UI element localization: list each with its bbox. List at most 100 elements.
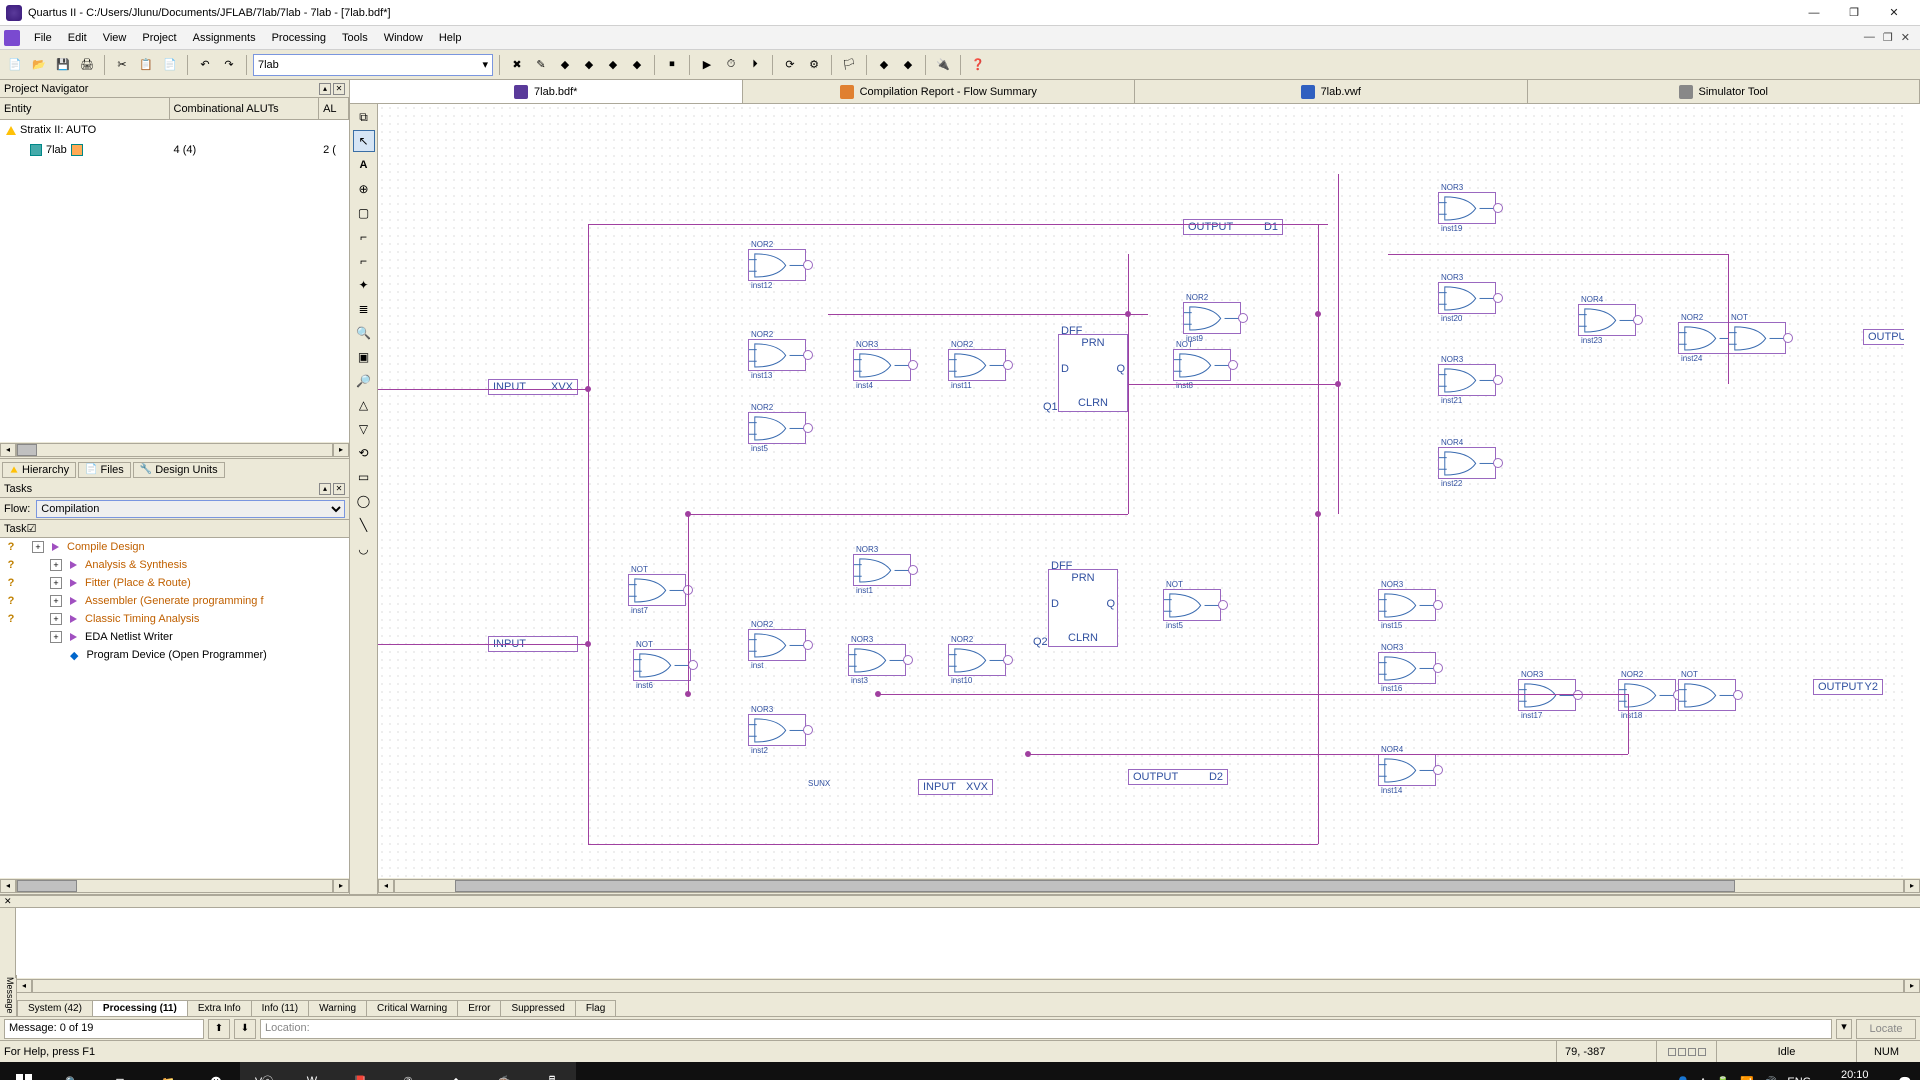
gate-nor3[interactable]: NOR3inst4 [853, 349, 911, 381]
task-row[interactable]: ?+Classic Timing Analysis [0, 610, 349, 628]
arc-icon[interactable]: ◡ [353, 538, 375, 560]
msg-tab[interactable]: Flag [575, 1000, 616, 1016]
ortholine-icon[interactable]: ⌐ [353, 226, 375, 248]
dff[interactable]: DFFPRNDQCLRNQ2 [1048, 569, 1118, 647]
location-box[interactable]: Location: [260, 1019, 1832, 1039]
gear-icon[interactable]: ⚙ [803, 54, 825, 76]
fliph-icon[interactable]: ▽ [353, 418, 375, 440]
doc-tab[interactable]: Simulator Tool [1528, 80, 1920, 103]
wire-node[interactable] [685, 691, 691, 697]
chip3-icon[interactable]: ◆ [602, 54, 624, 76]
gate-nor4[interactable]: NOR4inst23 [1578, 304, 1636, 336]
wire-node[interactable] [1335, 381, 1341, 387]
mdi-close[interactable]: ✕ [1901, 31, 1910, 44]
doc-tab[interactable]: 7lab.bdf* [350, 80, 743, 103]
gate-not[interactable]: NOTinst7 [628, 574, 686, 606]
gate-not[interactable]: NOTinst5 [1163, 589, 1221, 621]
search-icon[interactable]: 🔍 [48, 1062, 96, 1080]
gate-nor3[interactable]: NOR3inst2 [748, 714, 806, 746]
menu-file[interactable]: File [26, 30, 60, 46]
gate-nor2[interactable]: NOR2inst18 [1618, 679, 1676, 711]
gate-nor2[interactable]: NOR2inst12 [748, 249, 806, 281]
menu-processing[interactable]: Processing [264, 30, 334, 46]
canvas-hscroll[interactable]: ◂▸ [378, 878, 1920, 894]
gate-nor2[interactable]: NOR2inst13 [748, 339, 806, 371]
entity-row[interactable]: Stratix II: AUTO [0, 120, 349, 140]
explorer-icon[interactable]: 📁 [144, 1062, 192, 1080]
gate-nor2[interactable]: NOR2inst [748, 629, 806, 661]
stop-icon[interactable]: ⏹ [661, 54, 683, 76]
gate-not[interactable]: NOTinst6 [633, 649, 691, 681]
wire[interactable] [588, 844, 1318, 845]
msg-tab[interactable]: Warning [308, 1000, 367, 1016]
visio-icon[interactable]: Vⓢ [240, 1062, 288, 1080]
wire[interactable] [378, 389, 588, 390]
tasks-up[interactable]: ▴ [319, 483, 331, 495]
wire[interactable] [1628, 694, 1629, 754]
gate-nor4[interactable]: NOR4inst14 [1378, 754, 1436, 786]
wire[interactable] [1338, 174, 1339, 514]
diagline-icon[interactable]: ⌐ [353, 250, 375, 272]
gate-not[interactable]: NOT [1678, 679, 1736, 711]
logic-icon[interactable]: 🔌 [932, 54, 954, 76]
gate-nor2[interactable]: NOR2inst11 [948, 349, 1006, 381]
chip2-icon[interactable]: ◆ [578, 54, 600, 76]
find-icon[interactable]: 🔎 [353, 370, 375, 392]
start-button[interactable] [0, 1062, 48, 1080]
wire[interactable] [378, 644, 588, 645]
pin-output[interactable]: OUTPUTY1 [1863, 329, 1904, 345]
minimize-button[interactable]: — [1794, 2, 1834, 24]
tray-up-icon[interactable]: ˄ [1700, 1076, 1706, 1080]
notifications-icon[interactable]: 💬 [1898, 1076, 1912, 1080]
panel-close[interactable]: ✕ [333, 83, 345, 95]
msg-next[interactable]: ⬇ [234, 1019, 256, 1039]
rect-icon[interactable]: ▭ [353, 466, 375, 488]
gate-nor2[interactable]: NOR2inst10 [948, 644, 1006, 676]
msg-tab[interactable]: Extra Info [187, 1000, 252, 1016]
timing-icon[interactable]: ⏱ [720, 54, 742, 76]
mdi-minimize[interactable]: — [1864, 31, 1875, 44]
calc-icon[interactable]: 🖩 [528, 1062, 576, 1080]
sim-icon[interactable]: ⏵ [744, 54, 766, 76]
entity-hscroll[interactable]: ◂▸ [0, 442, 349, 458]
block-icon[interactable]: ▢ [353, 202, 375, 224]
pin-input[interactable]: INPUTXVX [918, 779, 993, 795]
play-icon[interactable]: ▶ [696, 54, 718, 76]
wire[interactable] [1028, 754, 1628, 755]
tab-files[interactable]: 📄Files [78, 462, 131, 478]
bus-icon[interactable]: ≣ [353, 298, 375, 320]
redo-icon[interactable]: ↷ [218, 54, 240, 76]
tab-design-units[interactable]: 🔧Design Units [133, 462, 225, 478]
rotate-icon[interactable]: ⟲ [353, 442, 375, 464]
saveall-icon[interactable]: 🖨 [76, 54, 98, 76]
app3-icon[interactable]: ③ [384, 1062, 432, 1080]
quartus-icon[interactable]: ◆ [432, 1062, 480, 1080]
col-aluts[interactable]: Combinational ALUTs [170, 98, 320, 119]
msg-prev[interactable]: ⬆ [208, 1019, 230, 1039]
symbol-icon[interactable]: ⊕ [353, 178, 375, 200]
wire-node[interactable] [875, 691, 881, 697]
gate-nor3[interactable]: NOR3inst16 [1378, 652, 1436, 684]
gate-not[interactable]: NOT [1728, 322, 1786, 354]
wire-node[interactable] [1315, 311, 1321, 317]
schematic-canvas[interactable]: NOR2inst12 NOR2inst13 NOR2inst5 NOR3inst4 NO… [378, 104, 1904, 878]
flipv-icon[interactable]: △ [353, 394, 375, 416]
wire[interactable] [688, 514, 1128, 515]
wire[interactable] [1128, 384, 1338, 385]
menu-tools[interactable]: Tools [334, 30, 376, 46]
tool2-icon[interactable]: ◆ [897, 54, 919, 76]
task-row[interactable]: +EDA Netlist Writer [0, 628, 349, 646]
taskview-icon[interactable]: ⊞ [96, 1062, 144, 1080]
oval-icon[interactable]: ◯ [353, 490, 375, 512]
people-icon[interactable]: 👤 [1676, 1076, 1690, 1080]
msg-tab[interactable]: Critical Warning [366, 1000, 458, 1016]
volume-icon[interactable]: 🔊 [1764, 1076, 1778, 1080]
gate-nor2[interactable]: NOR2inst5 [748, 412, 806, 444]
task-row[interactable]: ?+Assembler (Generate programming f [0, 592, 349, 610]
chip1-icon[interactable]: ◆ [554, 54, 576, 76]
new-icon[interactable]: 📄 [4, 54, 26, 76]
chip4-icon[interactable]: ◆ [626, 54, 648, 76]
task-row[interactable]: ◆Program Device (Open Programmer) [0, 646, 349, 664]
gate-nor3[interactable]: NOR3inst15 [1378, 589, 1436, 621]
wire[interactable] [1728, 254, 1729, 384]
